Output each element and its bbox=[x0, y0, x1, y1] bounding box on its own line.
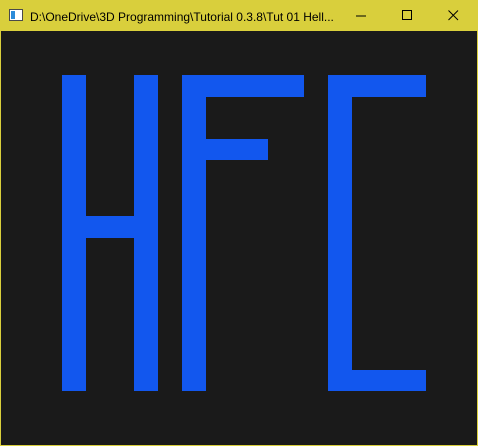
app-window-icon[interactable] bbox=[9, 9, 23, 21]
maximize-icon bbox=[402, 10, 412, 20]
minimize-icon bbox=[356, 15, 366, 17]
glyph-c-bottom-arm bbox=[352, 370, 426, 391]
glyph-f-stem bbox=[182, 75, 206, 391]
glyph-h-right-stroke bbox=[134, 75, 158, 391]
glyph-c-stem bbox=[328, 75, 352, 391]
close-button[interactable] bbox=[431, 1, 477, 31]
glyph-h-left-stroke bbox=[62, 75, 86, 391]
glyph-f-middle-arm bbox=[206, 139, 268, 160]
minimize-button[interactable] bbox=[339, 1, 385, 31]
window-title: D:\OneDrive\3D Programming\Tutorial 0.3.… bbox=[30, 10, 334, 24]
glyph-f-top-arm bbox=[206, 75, 304, 97]
glyph-h-crossbar bbox=[86, 216, 134, 238]
maximize-button[interactable] bbox=[385, 1, 431, 31]
application-window: D:\OneDrive\3D Programming\Tutorial 0.3.… bbox=[0, 0, 478, 446]
title-bar[interactable]: D:\OneDrive\3D Programming\Tutorial 0.3.… bbox=[1, 1, 477, 31]
close-icon bbox=[448, 10, 459, 21]
glyph-c-top-arm bbox=[352, 75, 426, 97]
render-canvas[interactable] bbox=[1, 31, 477, 445]
